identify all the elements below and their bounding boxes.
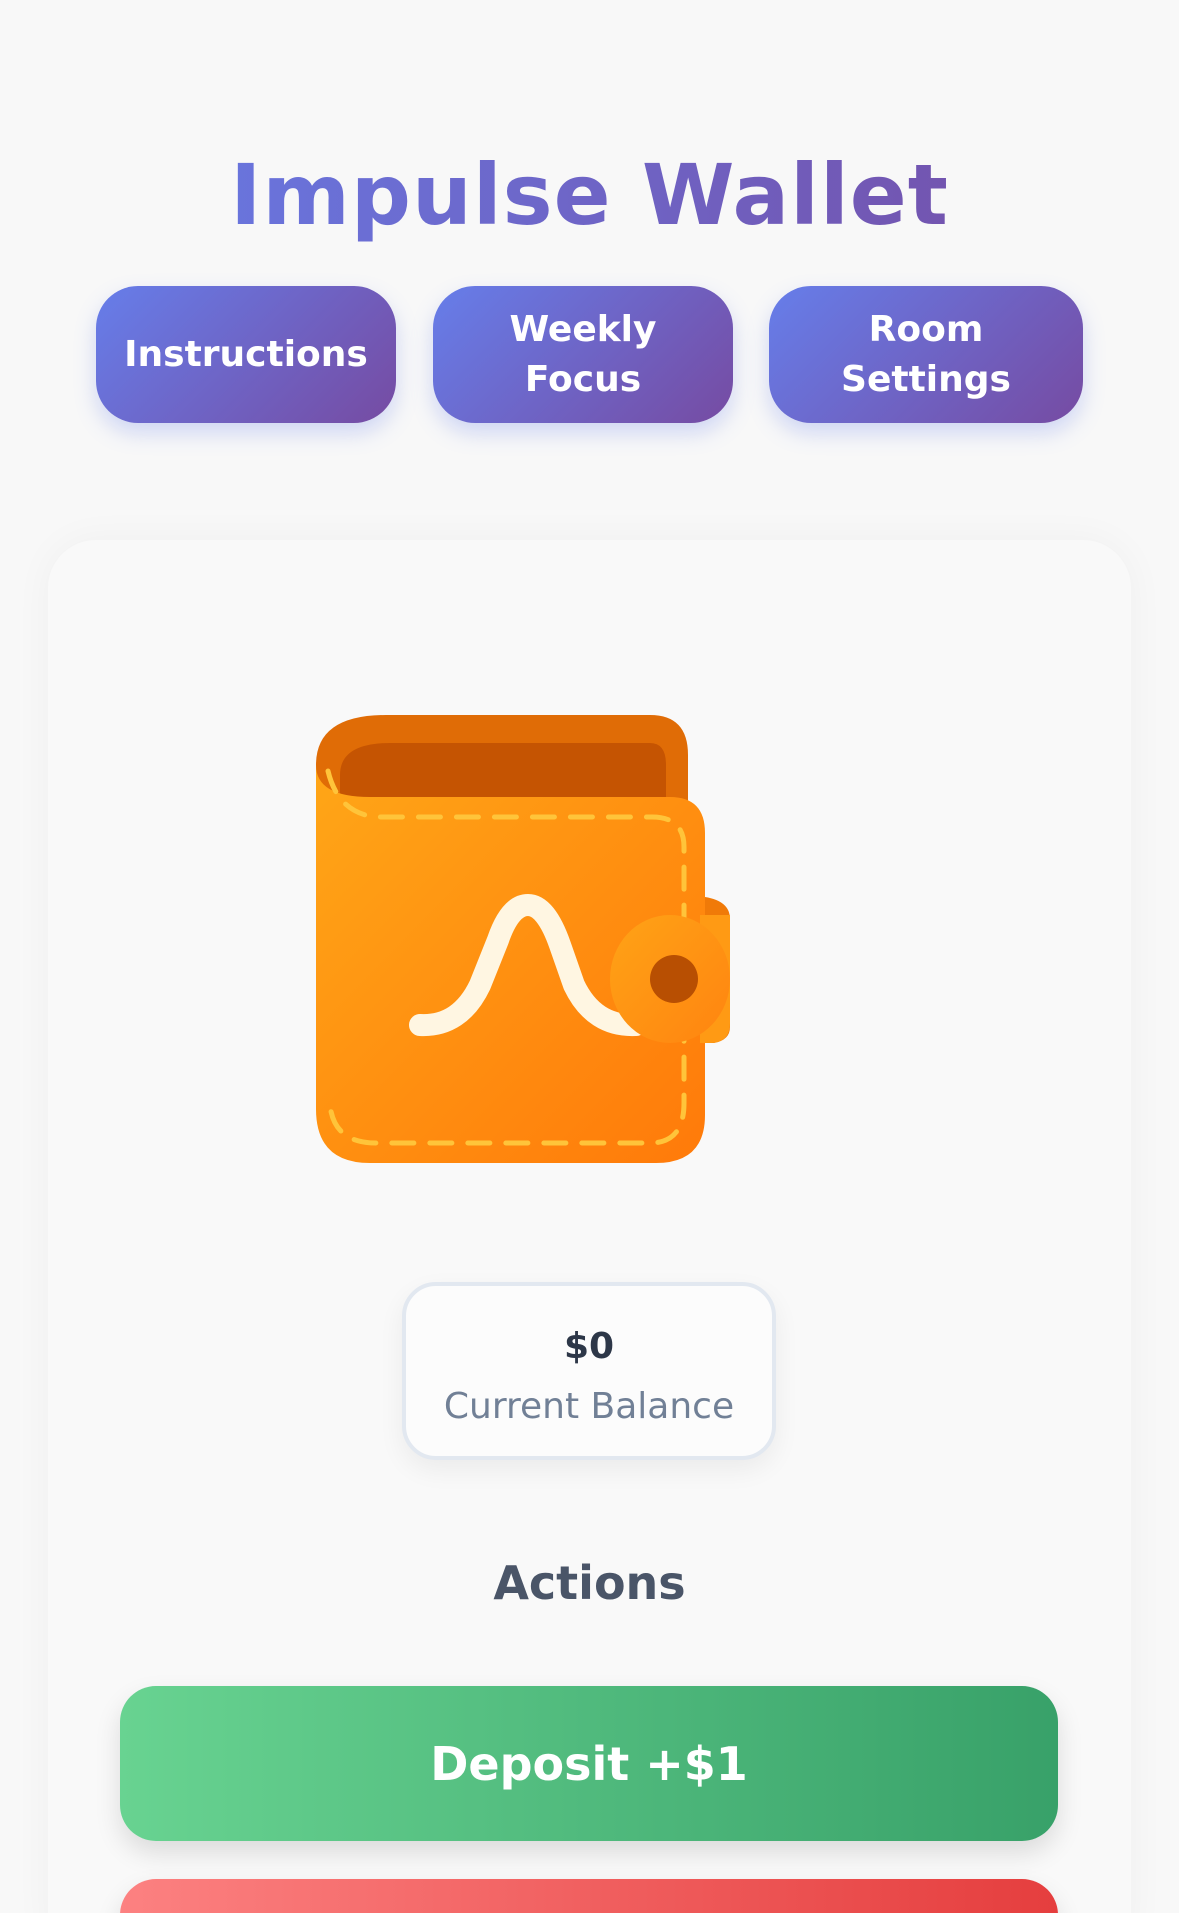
room-settings-button[interactable]: Room Settings bbox=[769, 286, 1083, 423]
app-title: Impulse Wallet bbox=[0, 145, 1179, 245]
balance-value: $0 bbox=[563, 1326, 615, 1367]
withdraw-button[interactable] bbox=[120, 1879, 1058, 1913]
weekly-focus-button[interactable]: Weekly Focus bbox=[433, 286, 733, 423]
instructions-button[interactable]: Instructions bbox=[96, 286, 396, 423]
app-screen: Impulse Wallet Instructions Weekly Focus… bbox=[0, 0, 1179, 1913]
balance-label: Current Balance bbox=[443, 1386, 735, 1427]
balance-card: $0 Current Balance bbox=[402, 1282, 776, 1460]
deposit-button[interactable]: Deposit +$1 bbox=[120, 1686, 1058, 1841]
actions-heading: Actions bbox=[493, 1556, 686, 1610]
wallet-icon bbox=[316, 715, 730, 1163]
top-nav: Instructions Weekly Focus Room Settings bbox=[0, 286, 1179, 423]
